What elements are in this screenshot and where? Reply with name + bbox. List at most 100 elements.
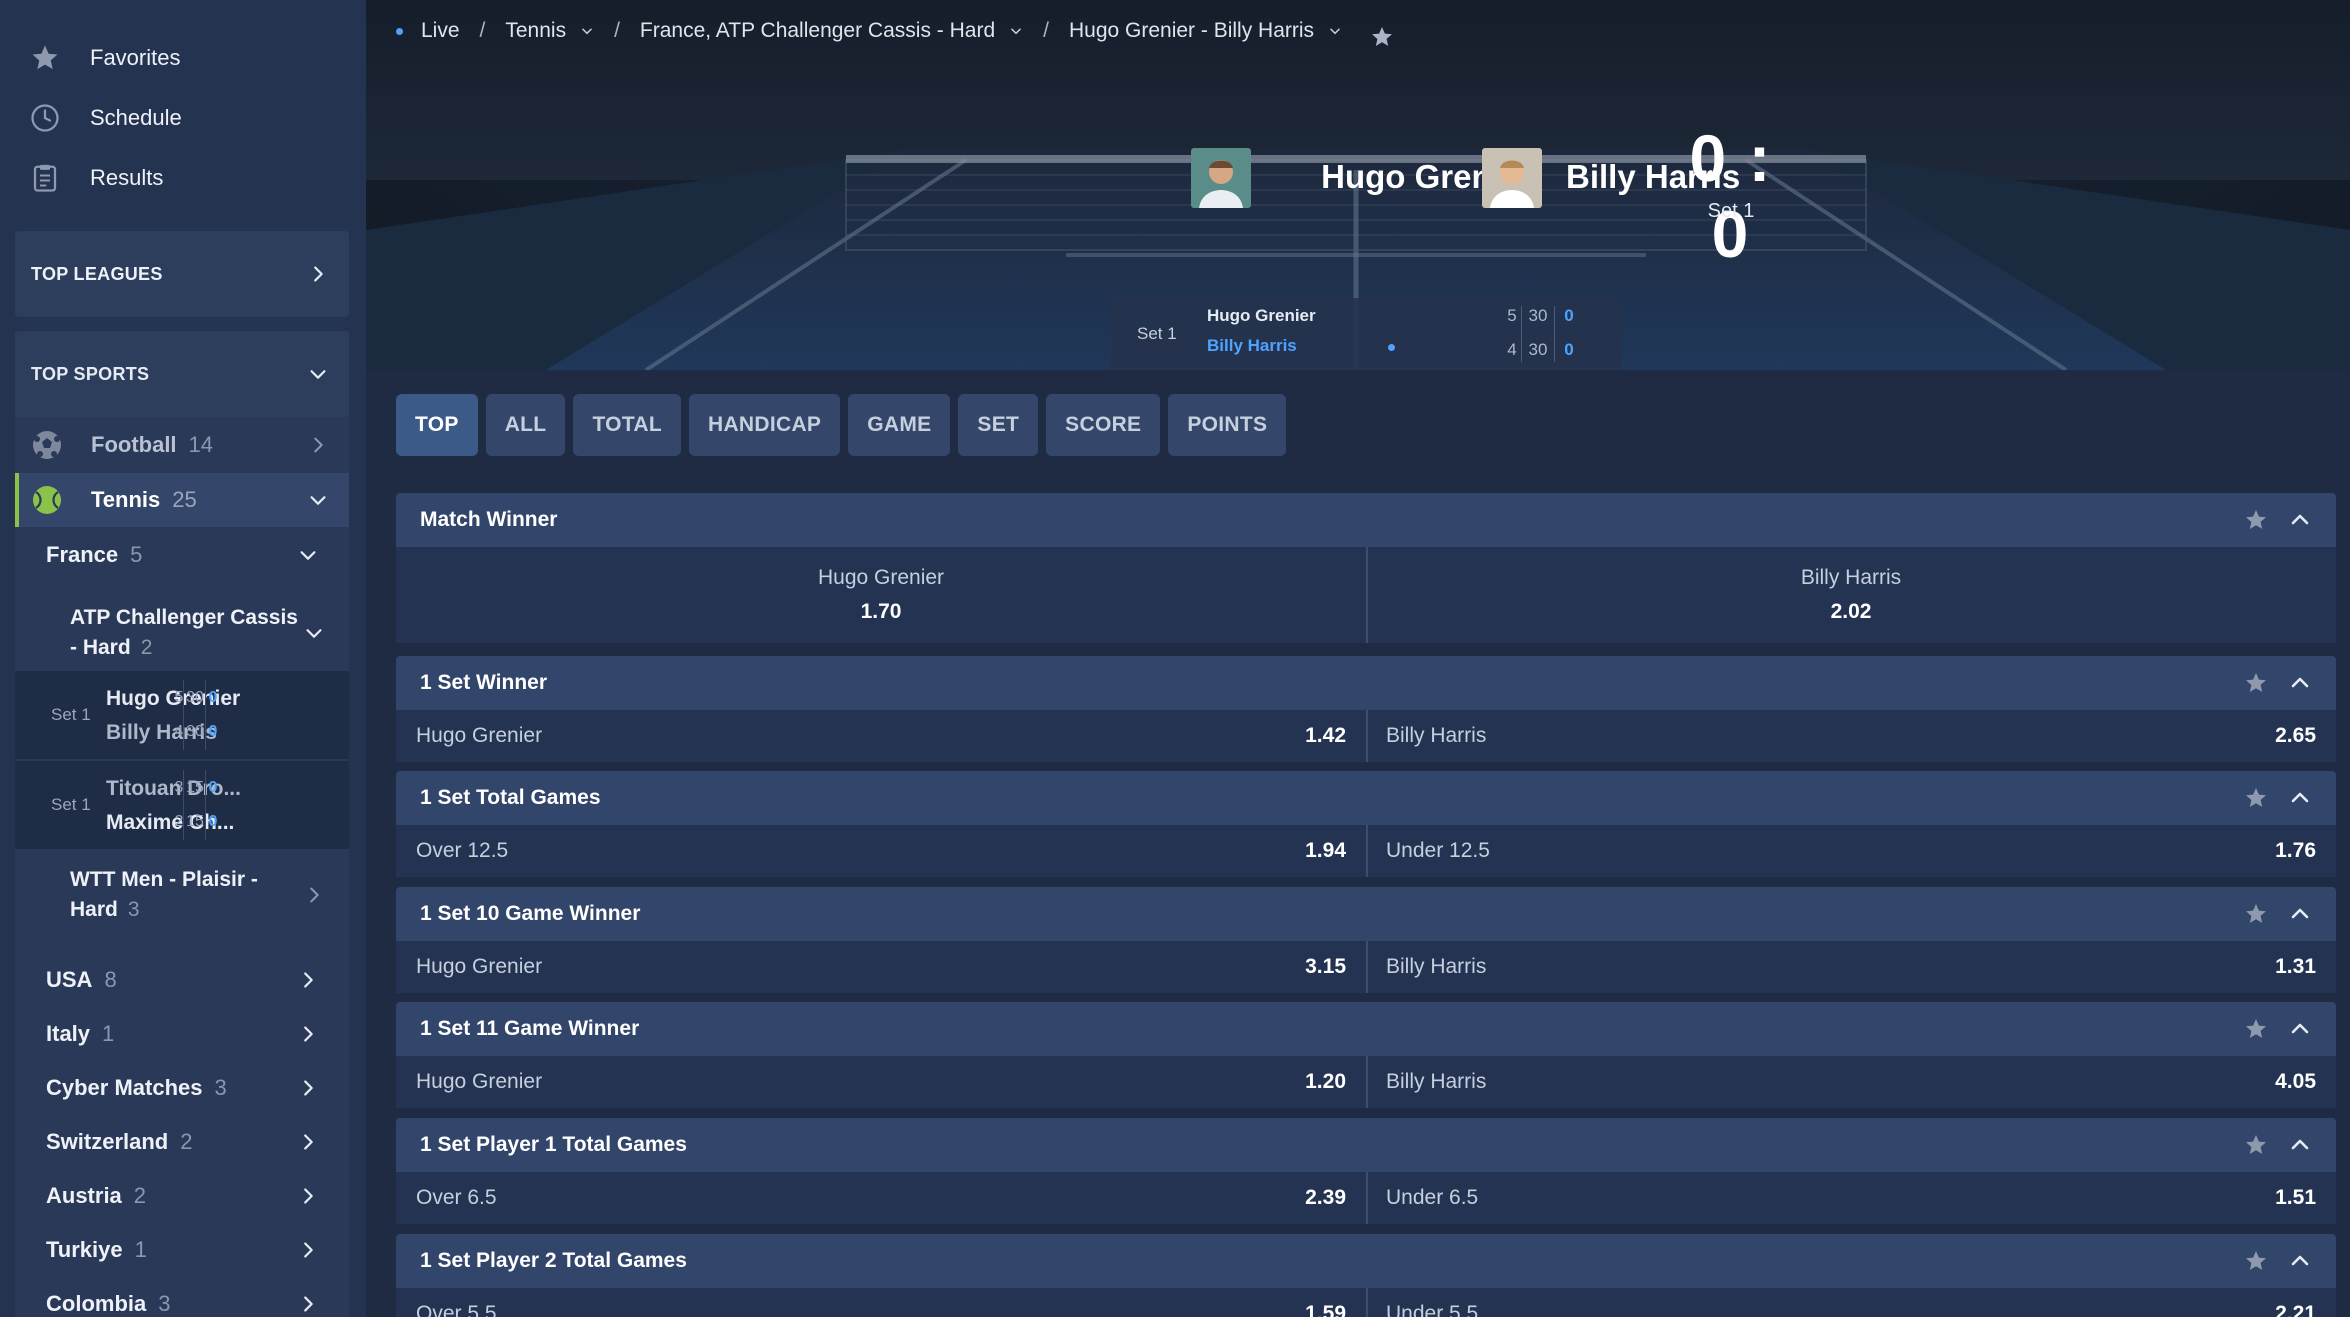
top-leagues-toggle[interactable]: TOP LEAGUES bbox=[15, 231, 349, 317]
country-item[interactable]: Turkiye 1 bbox=[15, 1223, 349, 1277]
top-sports-toggle[interactable]: TOP SPORTS bbox=[15, 331, 349, 417]
outcome-button[interactable]: Over 6.5 2.39 bbox=[396, 1172, 1366, 1224]
league-label: ATP Challenger Cassis - Hard 2 bbox=[70, 606, 298, 659]
outcome-button[interactable]: Hugo Grenier 1.42 bbox=[396, 710, 1366, 762]
chevron-right-icon bbox=[297, 1077, 319, 1099]
results-label: Results bbox=[90, 165, 164, 190]
tab-all[interactable]: ALL bbox=[485, 394, 566, 456]
star-icon[interactable] bbox=[2244, 1133, 2268, 1157]
market-header[interactable]: Match Winner bbox=[396, 493, 2336, 547]
country-item[interactable]: USA 8 bbox=[15, 953, 349, 1007]
tab-top[interactable]: TOP bbox=[396, 394, 478, 456]
market-title: 1 Set 10 Game Winner bbox=[420, 902, 641, 925]
tab-total[interactable]: TOTAL bbox=[573, 394, 681, 456]
league-item-atp-cassis[interactable]: ATP Challenger Cassis - Hard 2 bbox=[15, 593, 349, 673]
chevron-down-icon[interactable] bbox=[1009, 24, 1023, 38]
country-item[interactable]: Colombia 3 bbox=[15, 1277, 349, 1317]
outcome-button[interactable]: Billy Harris 4.05 bbox=[1366, 1056, 2336, 1108]
star-icon[interactable] bbox=[2244, 508, 2268, 532]
country-item[interactable]: Italy 1 bbox=[15, 1007, 349, 1061]
scoreboard-home: Hugo Grenier bbox=[1207, 306, 1316, 325]
outcome-button[interactable]: Under 12.5 1.76 bbox=[1366, 825, 2336, 877]
chevron-up-icon[interactable] bbox=[2288, 508, 2312, 532]
breadcrumb-tennis[interactable]: Tennis bbox=[505, 19, 566, 43]
top-sports-label: TOP SPORTS bbox=[31, 363, 150, 384]
tennis-ball-icon bbox=[31, 484, 63, 516]
sport-item-tennis[interactable]: Tennis 25 bbox=[15, 473, 349, 527]
sport-item-football[interactable]: Football 14 bbox=[15, 418, 349, 472]
market-title: 1 Set 11 Game Winner bbox=[420, 1017, 640, 1040]
breadcrumb-live[interactable]: Live bbox=[421, 19, 460, 43]
outcome-odd: 1.51 bbox=[2275, 1186, 2316, 1209]
country-label: Cyber Matches bbox=[46, 1075, 203, 1100]
outcome-label: Over 6.5 bbox=[416, 1186, 497, 1209]
outcome-button[interactable]: Hugo Grenier 3.15 bbox=[396, 941, 1366, 993]
market-header[interactable]: 1 Set Player 1 Total Games bbox=[396, 1118, 2336, 1172]
chevron-up-icon[interactable] bbox=[2288, 902, 2312, 926]
market-header[interactable]: 1 Set 11 Game Winner bbox=[396, 1002, 2336, 1056]
market-header[interactable]: 1 Set Total Games bbox=[396, 771, 2336, 825]
chevron-up-icon[interactable] bbox=[2288, 1249, 2312, 1273]
league-label: WTT Men - Plaisir - Hard 3 bbox=[70, 868, 258, 921]
chevron-down-icon bbox=[297, 544, 319, 566]
outcome-odd: 1.76 bbox=[2275, 839, 2316, 862]
market-header[interactable]: 1 Set Player 2 Total Games bbox=[396, 1234, 2336, 1288]
outcome-button[interactable]: Over 12.5 1.94 bbox=[396, 825, 1366, 877]
star-icon[interactable] bbox=[2244, 671, 2268, 695]
outcome-odd: 1.94 bbox=[1305, 839, 1346, 862]
favorites-link[interactable]: Favorites bbox=[28, 38, 180, 78]
schedule-link[interactable]: Schedule bbox=[28, 98, 182, 138]
match-set: Set 1 bbox=[51, 795, 91, 814]
divider bbox=[1366, 710, 1368, 762]
market-header[interactable]: 1 Set 10 Game Winner bbox=[396, 887, 2336, 941]
favorite-star-icon[interactable] bbox=[1370, 25, 1394, 49]
country-item[interactable]: Switzerland 2 bbox=[15, 1115, 349, 1169]
sidebar-match-row[interactable]: Set 1 Hugo Grenier Billy Harris 5 4 30 3… bbox=[15, 671, 349, 759]
outcome-button[interactable]: Over 5.5 1.59 bbox=[396, 1288, 1366, 1317]
outcome-button[interactable]: Hugo Grenier 1.70 bbox=[396, 547, 1366, 643]
outcome-button[interactable]: Billy Harris 2.02 bbox=[1366, 547, 2336, 643]
p2-sets: 0 bbox=[208, 813, 218, 830]
tab-game[interactable]: GAME bbox=[848, 394, 951, 456]
outcome-button[interactable]: Billy Harris 1.31 bbox=[1366, 941, 2336, 993]
tab-handicap[interactable]: HANDICAP bbox=[688, 394, 841, 456]
country-item-france[interactable]: France 5 bbox=[15, 528, 349, 582]
market-block: 1 Set 11 Game Winner Hugo Grenier 1.20 Bill… bbox=[396, 1002, 2336, 1108]
top-sports-panel: TOP SPORTS Football 14 Tennis 25 France … bbox=[15, 331, 349, 1317]
tab-score[interactable]: SCORE bbox=[1046, 394, 1161, 456]
football-count: 14 bbox=[188, 432, 214, 457]
market-header[interactable]: 1 Set Winner bbox=[396, 656, 2336, 710]
breadcrumb-league[interactable]: France, ATP Challenger Cassis - Hard bbox=[640, 19, 995, 43]
star-icon[interactable] bbox=[2244, 786, 2268, 810]
clock-icon bbox=[28, 101, 62, 135]
outcome-button[interactable]: Under 6.5 1.51 bbox=[1366, 1172, 2336, 1224]
country-item[interactable]: Cyber Matches 3 bbox=[15, 1061, 349, 1115]
chevron-up-icon[interactable] bbox=[2288, 671, 2312, 695]
outcome-odd: 1.59 bbox=[1305, 1302, 1346, 1317]
country-item[interactable]: Austria 2 bbox=[15, 1169, 349, 1223]
chevron-down-icon[interactable] bbox=[1328, 24, 1342, 38]
sidebar-match-row[interactable]: Set 1 Titouan Dro... Maxime Ch... 3 2 15… bbox=[15, 761, 349, 849]
divider bbox=[1366, 1172, 1368, 1224]
star-icon[interactable] bbox=[2244, 902, 2268, 926]
home-sets: 0 bbox=[1564, 306, 1574, 325]
chevron-right-icon bbox=[297, 1023, 319, 1045]
outcome-button[interactable]: Billy Harris 2.65 bbox=[1366, 710, 2336, 762]
match-period: Set 1 bbox=[1707, 200, 1755, 222]
chevron-up-icon[interactable] bbox=[2288, 1017, 2312, 1041]
outcome-button[interactable]: Hugo Grenier 1.20 bbox=[396, 1056, 1366, 1108]
tab-points[interactable]: POINTS bbox=[1168, 394, 1287, 456]
chevron-down-icon[interactable] bbox=[580, 24, 594, 38]
tab-set[interactable]: SET bbox=[958, 394, 1039, 456]
league-item-wtt-plaisir[interactable]: WTT Men - Plaisir - Hard 3 bbox=[15, 855, 349, 935]
scoreboard-set: Set 1 bbox=[1137, 324, 1177, 343]
market-title: 1 Set Total Games bbox=[420, 786, 601, 809]
chevron-up-icon[interactable] bbox=[2288, 1133, 2312, 1157]
breadcrumb-match[interactable]: Hugo Grenier - Billy Harris bbox=[1069, 19, 1314, 43]
star-icon[interactable] bbox=[2244, 1249, 2268, 1273]
outcome-button[interactable]: Under 5.5 2.21 bbox=[1366, 1288, 2336, 1317]
star-icon[interactable] bbox=[2244, 1017, 2268, 1041]
chevron-up-icon[interactable] bbox=[2288, 786, 2312, 810]
results-link[interactable]: Results bbox=[28, 158, 163, 198]
star-icon bbox=[28, 41, 62, 75]
